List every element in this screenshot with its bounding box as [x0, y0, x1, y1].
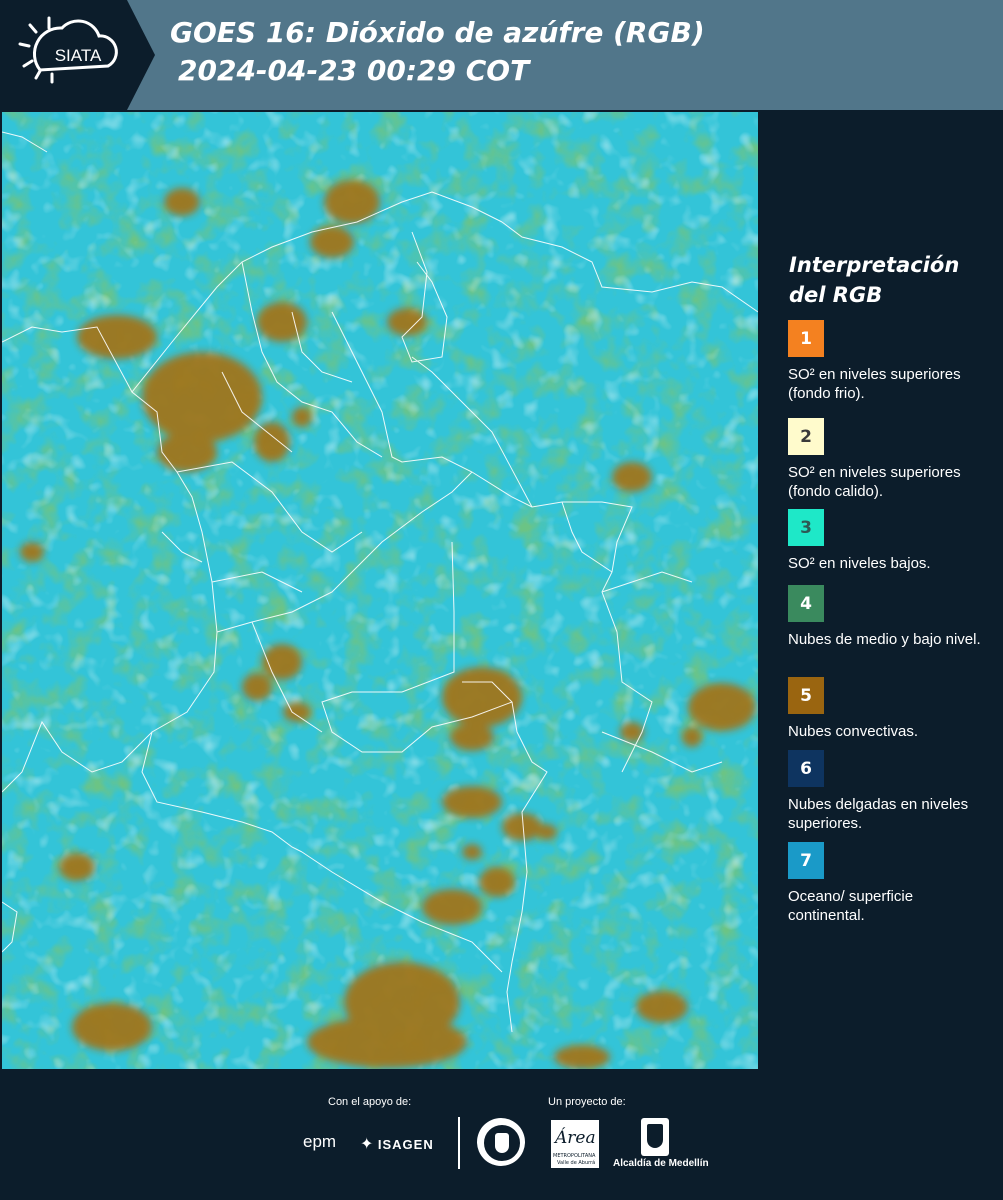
legend-item-5: 5 Nubes convectivas. [788, 677, 988, 741]
alcaldia-shield-icon [641, 1118, 669, 1156]
legend-swatch-1: 1 [788, 320, 824, 357]
legend-swatch-3: 3 [788, 509, 824, 546]
legend-item-7: 7 Oceano/ superficie continental. [788, 842, 988, 925]
legend-swatch-7: 7 [788, 842, 824, 879]
alcaldia-text: Alcaldía de Medellín [613, 1158, 709, 1169]
title-line-1: GOES 16: Dióxido de azúfre (RGB) [170, 16, 705, 49]
siata-logo-shape: SIATA [0, 0, 155, 110]
area-metropolitana-text: Área [555, 1128, 596, 1148]
legend-item-3: 3 SO² en niveles bajos. [788, 509, 988, 573]
legend-title-line-1: Interpretación [789, 253, 960, 277]
legend-swatch-2: 2 [788, 418, 824, 455]
isagen-logo: ✦ ISAGEN [360, 1134, 434, 1154]
legend-item-4: 4 Nubes de medio y bajo nivel. [788, 585, 988, 649]
isagen-icon: ✦ [360, 1136, 374, 1153]
header-bar: SIATA GOES 16: Dióxido de azúfre (RGB) 2… [0, 0, 1003, 110]
legend-swatch-4: 4 [788, 585, 824, 622]
legend-label-7: Oceano/ superficie continental. [788, 888, 914, 924]
legend-swatch-6: 6 [788, 750, 824, 787]
legend-label-1: SO² en niveles superiores (fondo frio). [788, 366, 961, 402]
medellin-seal [477, 1118, 525, 1166]
isagen-text: ISAGEN [377, 1137, 434, 1152]
legend-label-2: SO² en niveles superiores (fondo calido)… [788, 464, 961, 500]
haze-layer [2, 112, 758, 1069]
logo-text: SIATA [55, 46, 102, 65]
legend-item-2: 2 SO² en niveles superiores (fondo calid… [788, 418, 988, 501]
legend-label-5: Nubes convectivas. [788, 723, 919, 740]
siata-logo: SIATA [0, 0, 155, 110]
legend-label-4: Nubes de medio y bajo nivel. [788, 631, 981, 648]
legend-item-6: 6 Nubes delgadas en niveles superiores. [788, 750, 988, 833]
area-metropolitana-logo: Área METROPOLITANA Valle de Aburrá [551, 1120, 599, 1168]
footer-divider [458, 1117, 460, 1169]
support-caption: Con el apoyo de: [328, 1096, 412, 1108]
legend-label-6: Nubes delgadas en niveles superiores. [788, 796, 969, 832]
legend-title-line-2: del RGB [789, 283, 883, 307]
satellite-map[interactable] [2, 112, 758, 1069]
area-metropolitana-sub2: Valle de Aburrá [557, 1160, 596, 1166]
legend-title: Interpretación del RGB [789, 250, 989, 310]
legend-swatch-5: 5 [788, 677, 824, 714]
footer: Con el apoyo de: Un proyecto de: epm ✦ I… [0, 1070, 1003, 1200]
legend-label-3: SO² en niveles bajos. [788, 555, 931, 572]
epm-logo: epm [303, 1132, 337, 1151]
title-line-2: 2024-04-23 00:29 COT [178, 54, 530, 87]
project-caption: Un proyecto de: [548, 1096, 626, 1108]
page-title: GOES 16: Dióxido de azúfre (RGB) 2024-04… [170, 14, 705, 90]
area-metropolitana-sub1: METROPOLITANA [553, 1153, 596, 1159]
legend-item-1: 1 SO² en niveles superiores (fondo frio)… [788, 320, 988, 403]
satellite-rgb-composite-map [2, 112, 758, 1069]
legend-panel: Interpretación del RGB 1 SO² en niveles … [760, 112, 1003, 1069]
